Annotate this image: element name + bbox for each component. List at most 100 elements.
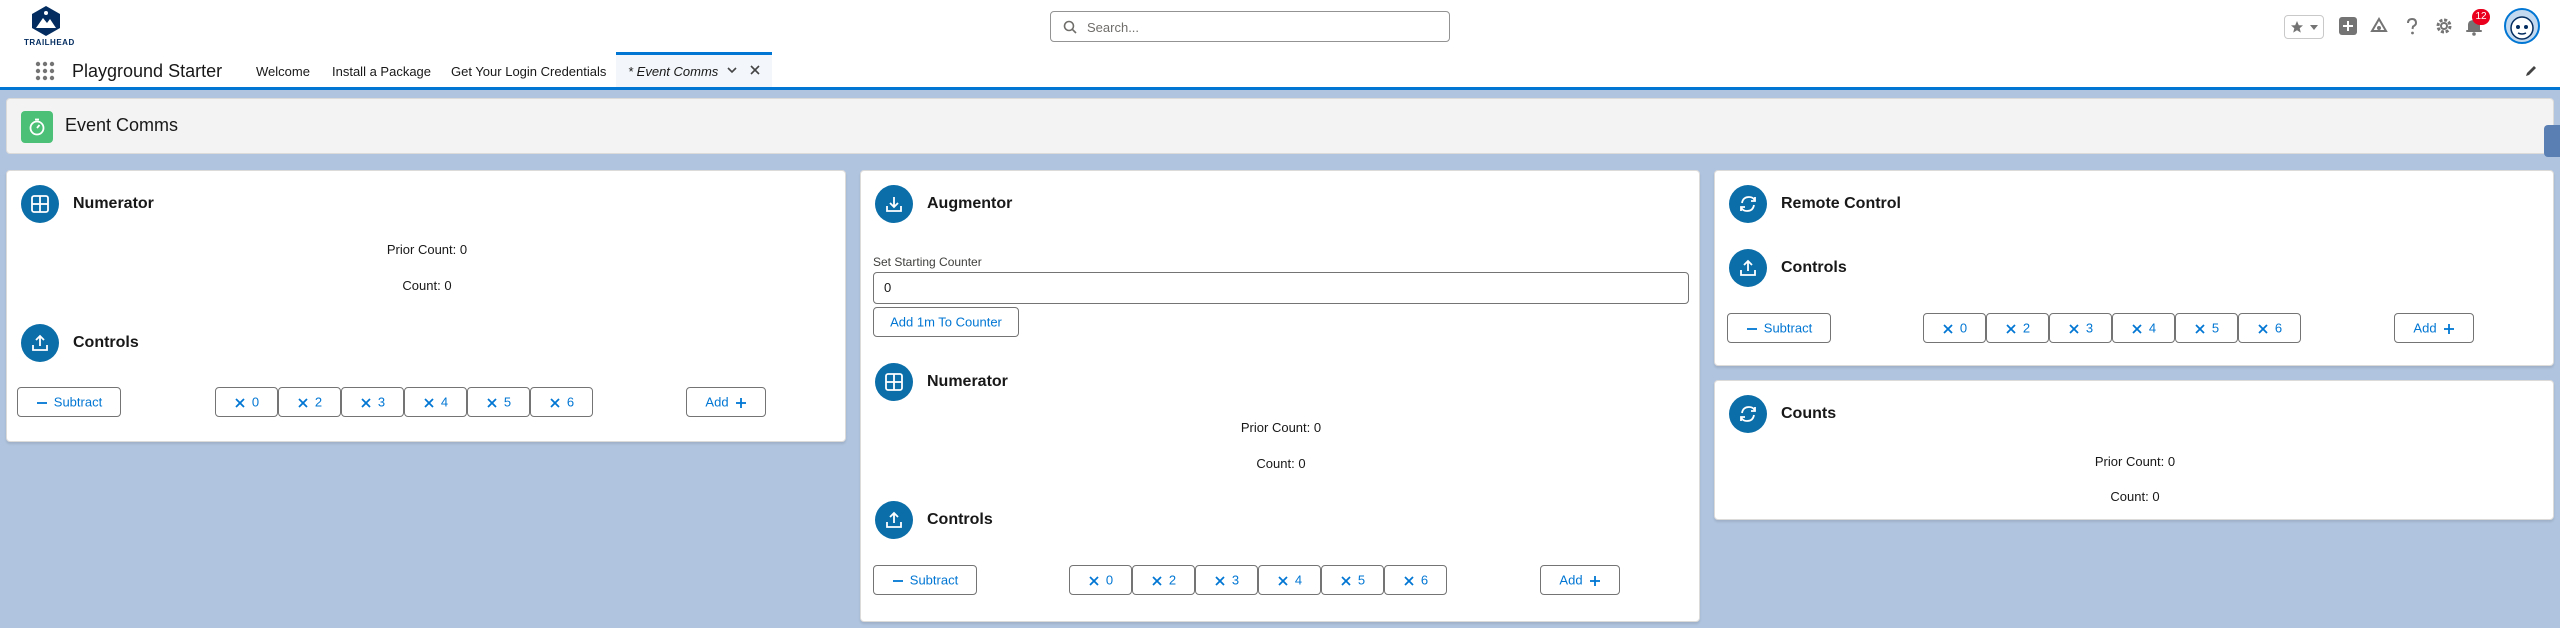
controls-title: Controls	[1781, 259, 1847, 276]
close-icon	[2132, 323, 2142, 334]
multiply-0-button[interactable]: 0	[1923, 313, 1986, 343]
prior-count-text: Prior Count: 0	[1240, 420, 1322, 435]
count-text: Count: 0	[1256, 456, 1306, 471]
close-icon	[550, 397, 560, 408]
count-text: Count: 0	[2110, 489, 2160, 504]
close-icon	[361, 397, 371, 408]
edit-nav-pencil-icon[interactable]	[2524, 64, 2538, 78]
tab-event-comms-label: * Event Comms	[628, 64, 719, 79]
subtract-button[interactable]: Subtract	[873, 565, 977, 595]
multiply-5-button[interactable]: 5	[2175, 313, 2238, 343]
table-grid-icon	[885, 373, 903, 391]
trailhead-guidance-icon[interactable]	[2369, 16, 2389, 36]
controls-icon-wrap	[875, 501, 913, 539]
download-icon	[886, 197, 902, 212]
close-icon	[487, 397, 497, 408]
remote-control-icon-wrap	[1729, 185, 1767, 223]
table-grid-icon	[31, 195, 49, 213]
trailhead-logo-icon	[32, 6, 60, 36]
close-icon	[1089, 575, 1099, 586]
close-icon	[1943, 323, 1953, 334]
user-avatar[interactable]	[2504, 8, 2540, 44]
multiply-0-button[interactable]: 0	[215, 387, 278, 417]
app-name: Playground Starter	[72, 61, 223, 81]
numerator-title: Numerator	[73, 195, 154, 212]
close-icon	[235, 397, 245, 408]
numerator-card: Numerator Prior Count: 0 Count: 0 Contro…	[6, 170, 846, 442]
utility-side-tab[interactable]	[2544, 125, 2560, 157]
prior-count-text: Prior Count: 0	[386, 242, 468, 257]
subtract-button[interactable]: Subtract	[1727, 313, 1831, 343]
augmentor-icon-wrap	[875, 185, 913, 223]
add-button[interactable]: Add	[686, 387, 766, 417]
close-icon	[1278, 575, 1288, 586]
upload-icon	[1740, 259, 1756, 276]
plus-icon	[2443, 323, 2454, 334]
close-icon	[298, 397, 308, 408]
multiply-3-button[interactable]: 3	[1195, 565, 1258, 595]
close-icon	[1215, 575, 1225, 586]
close-icon	[1404, 575, 1414, 586]
sync-icon	[1740, 406, 1756, 422]
page-header-icon	[21, 111, 53, 143]
timer-icon	[29, 118, 45, 136]
starting-counter-input[interactable]: 0	[873, 272, 1689, 304]
controls-title: Controls	[73, 334, 139, 351]
numerator-icon-wrap	[875, 363, 913, 401]
tab-welcome[interactable]: Welcome	[256, 64, 310, 79]
multiply-4-button[interactable]: 4	[1258, 565, 1321, 595]
close-icon	[424, 397, 434, 408]
multiply-2-button[interactable]: 2	[1986, 313, 2049, 343]
chevron-down-icon[interactable]	[726, 64, 738, 76]
tab-install-a-package[interactable]: Install a Package	[332, 64, 431, 79]
counts-card: Counts Prior Count: 0 Count: 0	[1714, 380, 2554, 520]
close-icon	[2006, 323, 2016, 334]
minus-icon	[1746, 327, 1757, 330]
chevron-down-icon	[2310, 25, 2318, 30]
trailhead-logo[interactable]: TRAILHEAD	[24, 4, 75, 50]
multiply-6-button[interactable]: 6	[1384, 565, 1447, 595]
astro-avatar-icon	[2510, 16, 2534, 40]
prior-count-text: Prior Count: 0	[2094, 454, 2176, 469]
add-button[interactable]: Add	[2394, 313, 2474, 343]
plus-icon	[735, 397, 746, 408]
multiply-2-button[interactable]: 2	[278, 387, 341, 417]
starting-counter-label: Set Starting Counter	[873, 255, 982, 269]
multiply-4-button[interactable]: 4	[2112, 313, 2175, 343]
page-title: Event Comms	[65, 115, 179, 135]
multiply-5-button[interactable]: 5	[1321, 565, 1384, 595]
upload-icon	[886, 511, 902, 528]
close-tab-icon[interactable]	[748, 63, 762, 77]
minus-icon	[36, 401, 47, 404]
add-1m-to-counter-button[interactable]: Add 1m To Counter	[873, 307, 1019, 337]
gear-icon[interactable]	[2434, 16, 2454, 36]
logo-text: TRAILHEAD	[24, 38, 75, 47]
close-icon	[1152, 575, 1162, 586]
page-header: Event Comms	[6, 98, 2554, 154]
multiply-5-button[interactable]: 5	[467, 387, 530, 417]
multiply-4-button[interactable]: 4	[404, 387, 467, 417]
close-icon	[1341, 575, 1351, 586]
upload-icon	[32, 334, 48, 351]
multiply-6-button[interactable]: 6	[2238, 313, 2301, 343]
add-button[interactable]: Add	[1540, 565, 1620, 595]
global-search-input[interactable]: Search...	[1050, 11, 1450, 42]
counts-icon-wrap	[1729, 395, 1767, 433]
app-navigation-bar: Playground Starter Welcome Install a Pac…	[0, 52, 2560, 90]
subtract-button[interactable]: Subtract	[17, 387, 121, 417]
remote-control-card: Remote Control Controls Subtract 0 2 3 4…	[1714, 170, 2554, 366]
minus-icon	[892, 579, 903, 582]
notification-count-badge: 12	[2472, 9, 2490, 25]
favorites-button[interactable]	[2284, 15, 2324, 39]
tab-get-your-login-credentials[interactable]: Get Your Login Credentials	[451, 64, 606, 79]
help-icon[interactable]	[2402, 16, 2422, 36]
multiply-3-button[interactable]: 3	[341, 387, 404, 417]
search-placeholder: Search...	[1087, 20, 1140, 35]
global-actions-icon[interactable]	[2338, 16, 2358, 36]
multiply-2-button[interactable]: 2	[1132, 565, 1195, 595]
multiply-3-button[interactable]: 3	[2049, 313, 2112, 343]
app-launcher-icon[interactable]	[34, 60, 56, 82]
multiply-6-button[interactable]: 6	[530, 387, 593, 417]
star-icon	[2291, 21, 2303, 33]
multiply-0-button[interactable]: 0	[1069, 565, 1132, 595]
